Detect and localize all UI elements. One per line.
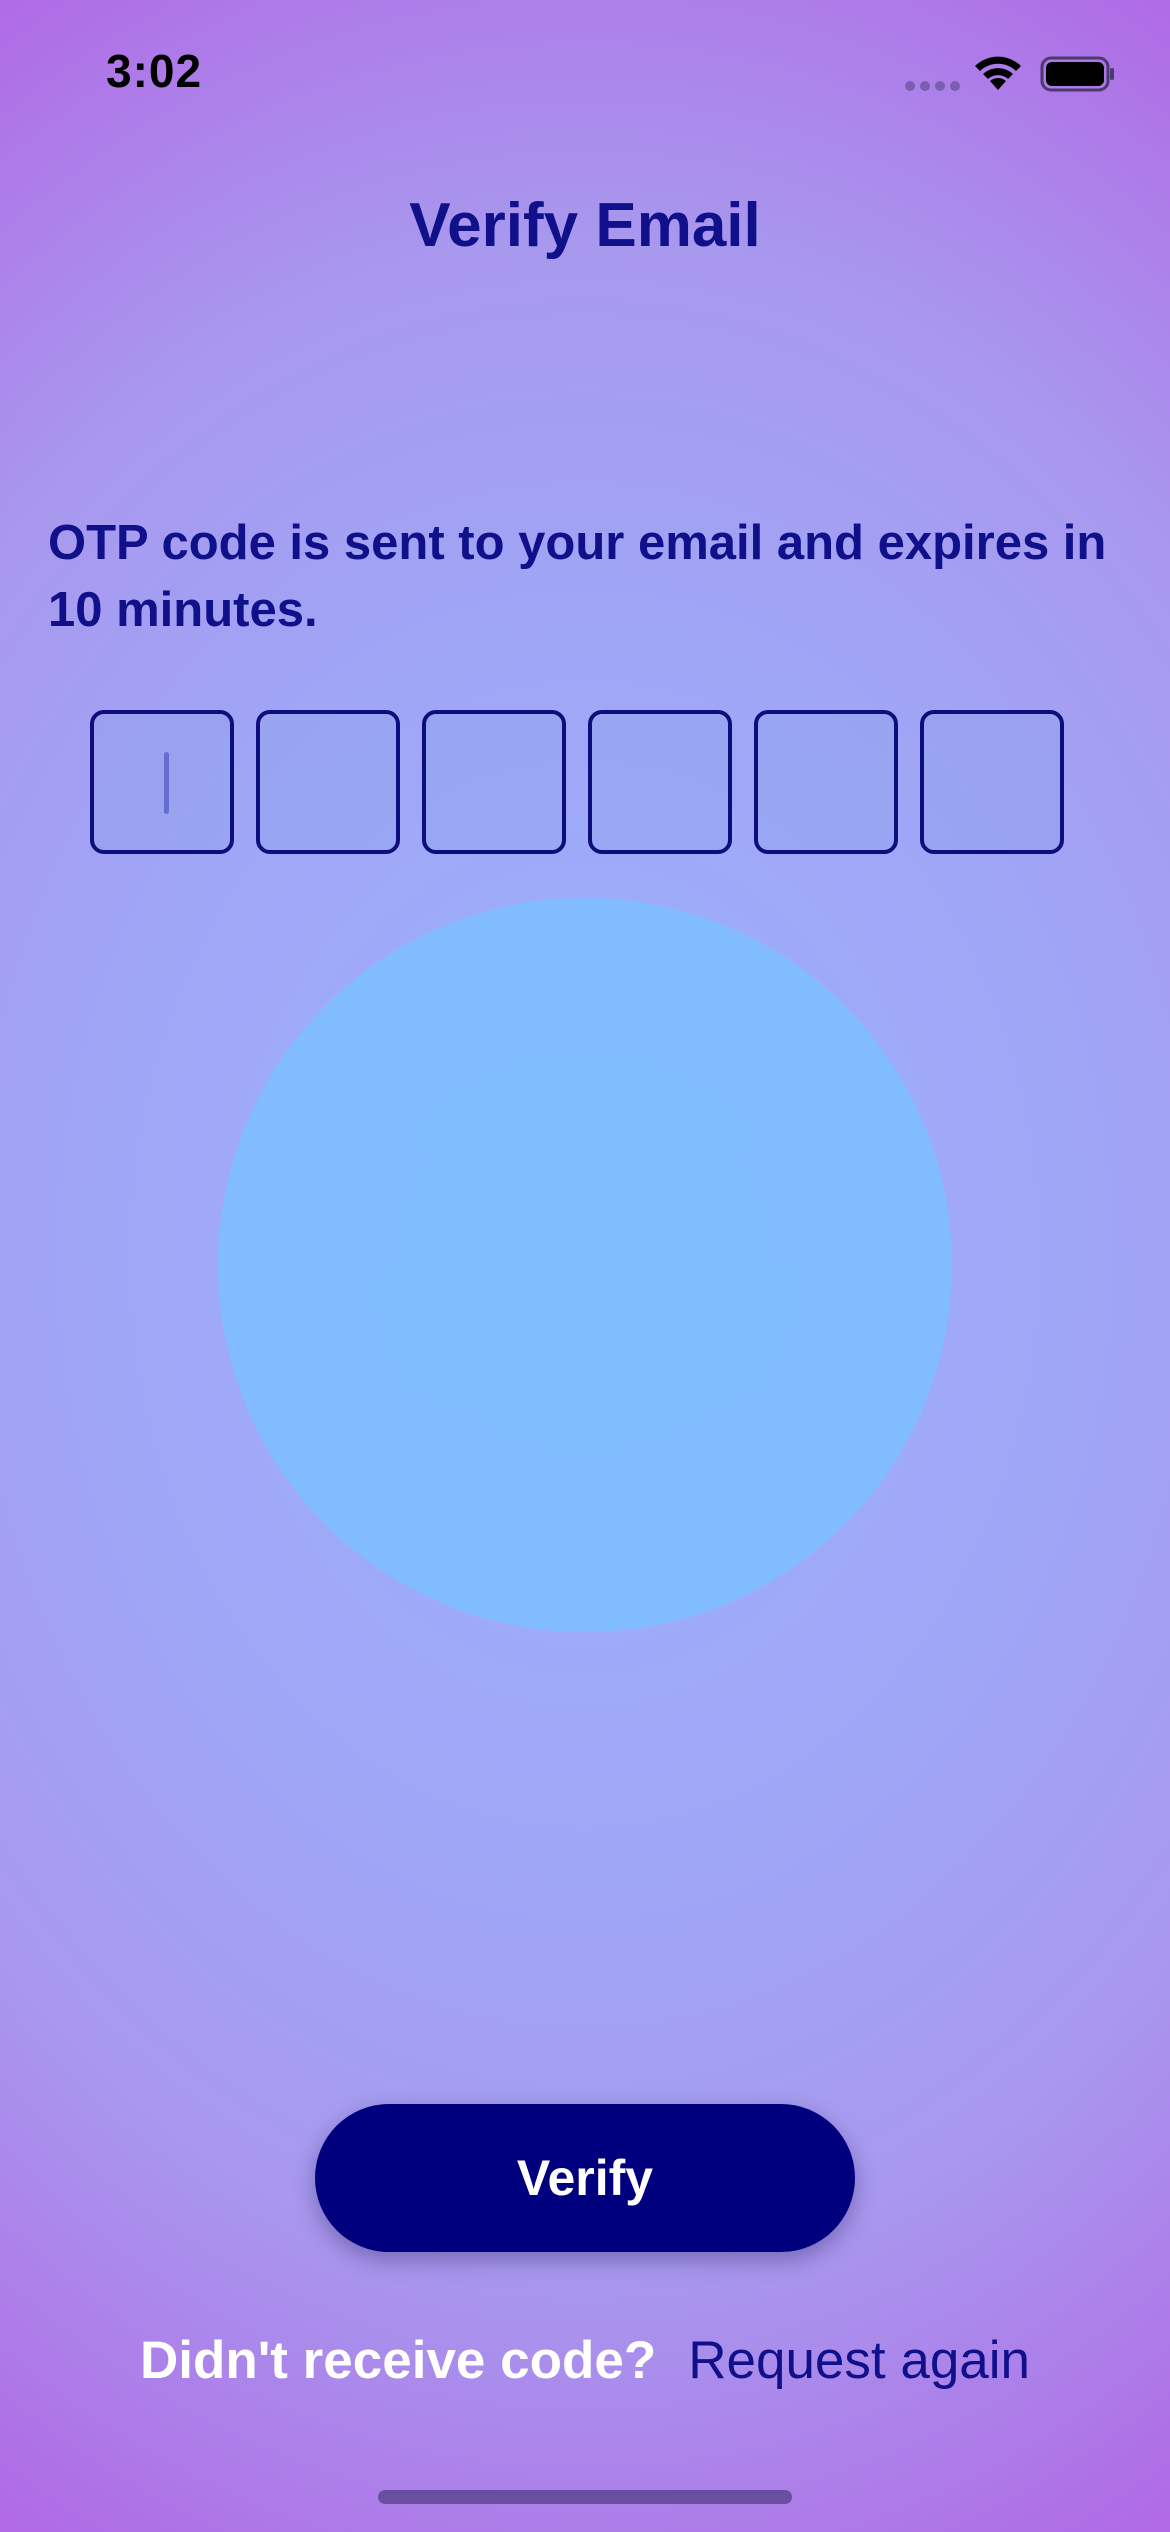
- request-again-link[interactable]: Request again: [688, 2330, 1030, 2391]
- otp-digit-input-2[interactable]: [256, 710, 400, 854]
- page-title: Verify Email: [409, 191, 761, 260]
- resend-row: Didn't receive code? Request again: [0, 2330, 1170, 2391]
- otp-digit-input-1[interactable]: [90, 710, 234, 854]
- otp-digit-input-5[interactable]: [754, 710, 898, 854]
- otp-instruction-text: OTP code is sent to your email and expir…: [48, 516, 1107, 637]
- otp-input-group: [90, 710, 1064, 854]
- wifi-icon: [975, 56, 1021, 90]
- otp-digit-input-3[interactable]: [422, 710, 566, 854]
- home-indicator[interactable]: [378, 2490, 792, 2504]
- resend-prompt: Didn't receive code?: [139, 2331, 657, 2390]
- otp-digit-input-6[interactable]: [920, 710, 1064, 854]
- otp-digit-input-4[interactable]: [588, 710, 732, 854]
- background-glow: [218, 898, 952, 1632]
- battery-icon: [1040, 56, 1114, 92]
- verify-button-label: Verify: [516, 2150, 654, 2206]
- status-time: 3:02: [106, 45, 203, 97]
- text-cursor: [164, 752, 169, 814]
- verify-button[interactable]: Verify: [315, 2104, 855, 2252]
- signal-dots-icon: [905, 81, 960, 91]
